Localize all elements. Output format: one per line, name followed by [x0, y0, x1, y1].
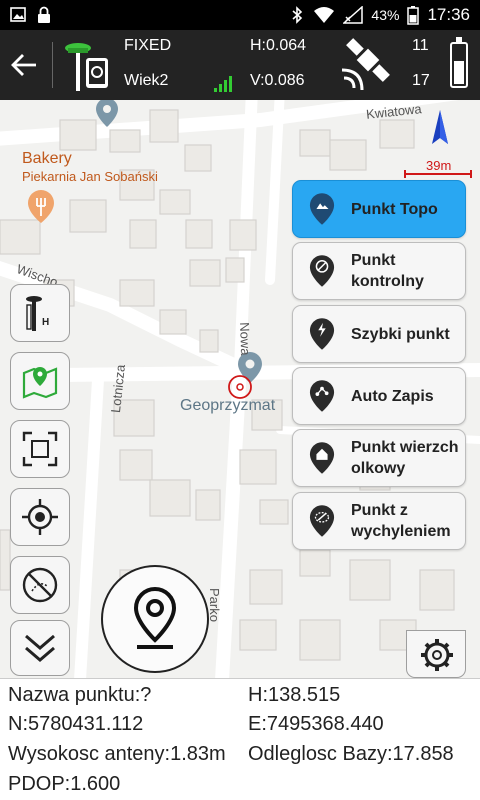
svg-text:H: H — [42, 317, 49, 328]
fit-extent-icon — [22, 431, 58, 467]
wifi-icon — [314, 7, 335, 23]
collapse-button[interactable] — [10, 620, 70, 676]
signal-icon — [343, 6, 364, 24]
fix-status: FIXED — [124, 37, 172, 54]
info-pdop: PDOP:1.600 — [8, 773, 121, 795]
gear-icon — [421, 639, 453, 671]
control-pin-icon — [309, 255, 335, 287]
tilt-disabled-icon — [22, 567, 58, 603]
gnss-header: FIXED Wiek2 H:0.064 V:0.086 11 17 — [0, 30, 480, 100]
h-precision: H:0.064 — [250, 37, 307, 54]
clock: 17:36 — [427, 5, 470, 24]
menu-item-label: Auto Zapis — [351, 387, 434, 405]
info-point-name: Nazwa punktu:? — [8, 684, 152, 706]
menu-item-2[interactable]: Punkt kontrolny — [292, 242, 466, 300]
map-layer-button[interactable] — [10, 352, 70, 410]
poi-sublabel-bakery: Piekarnia Jan Sobański — [22, 169, 158, 184]
map-view[interactable]: Kwiatowa 39m Bakery Piekarnia Jan Sobańs… — [0, 100, 480, 680]
header-divider — [52, 42, 53, 88]
gnss-receiver-icon[interactable] — [62, 38, 116, 94]
crosshair-icon — [22, 499, 58, 535]
auto-record-pin-icon — [309, 380, 335, 412]
map-layer-icon — [22, 367, 58, 399]
chevron-double-down-icon — [25, 634, 55, 662]
battery-percent: 43% — [371, 7, 400, 23]
menu-item-1[interactable]: Punkt Topo — [292, 180, 466, 238]
satellites-used: 17 — [412, 72, 430, 89]
point-info-panel: Nazwa punktu:? H:138.515 N:5780431.112 E… — [0, 678, 480, 800]
lightning-pin-icon — [309, 318, 335, 350]
locate-button[interactable] — [10, 488, 70, 546]
menu-item-label: Punkt Topo — [351, 200, 438, 218]
map-pin-top[interactable] — [96, 100, 118, 127]
menu-item-6[interactable]: Punkt z wychyleniem — [292, 492, 466, 550]
location-pin-icon — [133, 586, 177, 649]
tilt-pin-icon — [309, 505, 335, 537]
bluetooth-icon — [292, 6, 303, 24]
lock-icon — [38, 6, 50, 23]
satellite-icon[interactable] — [338, 38, 394, 94]
scale-label: 39m — [426, 158, 452, 173]
terrain-pin-icon — [309, 193, 335, 225]
antenna-height-button[interactable]: H — [10, 284, 70, 342]
menu-item-label: Punkt kontrolny — [351, 252, 424, 290]
back-arrow-icon[interactable] — [8, 50, 40, 80]
menu-item-label: Punkt z wychyleniem — [351, 502, 451, 540]
status-bar: 43% 17:36 — [0, 0, 480, 30]
info-easting: E:7495368.440 — [248, 713, 384, 735]
menu-item-label: Szybki punkt — [351, 325, 450, 343]
receiver-battery-fill — [454, 60, 464, 84]
info-northing: N:5780431.112 — [8, 713, 144, 735]
gallery-icon — [10, 7, 26, 22]
house-pin-icon — [309, 442, 335, 474]
record-point-button[interactable] — [101, 565, 209, 673]
info-base-distance: Odleglosc Bazy:17.858 — [248, 743, 454, 765]
receiver-battery-icon — [450, 37, 468, 88]
poi-label-bakery: Bakery — [22, 150, 72, 167]
antenna-height-icon: H — [26, 296, 49, 331]
info-height: H:138.515 — [248, 684, 341, 706]
menu-item-3[interactable]: Szybki punkt — [292, 305, 466, 363]
menu-item-label: Punkt wierzch olkowy — [351, 439, 459, 477]
street-label-parko: Parko — [207, 588, 222, 622]
fit-extent-button[interactable] — [10, 420, 70, 478]
v-precision: V:0.086 — [250, 72, 305, 89]
menu-item-5[interactable]: Punkt wierzch olkowy — [292, 429, 466, 487]
satellites-tracked: 11 — [412, 37, 429, 54]
info-antenna-height: Wysokosc anteny:1.83m — [8, 743, 226, 765]
battery-icon — [407, 6, 420, 25]
poi-label-geoprzyzmat: Geoprzyzmat — [180, 397, 276, 414]
street-label-nowa: Nowa — [237, 322, 254, 356]
tilt-disable-button[interactable] — [10, 556, 70, 614]
map-pin-bakery[interactable] — [28, 190, 54, 223]
signal-strength-icon — [214, 76, 232, 92]
menu-item-4[interactable]: Auto Zapis — [292, 367, 466, 425]
settings-button[interactable] — [406, 630, 466, 678]
header-point-name: Wiek2 — [124, 72, 169, 89]
north-arrow-icon — [432, 110, 448, 144]
